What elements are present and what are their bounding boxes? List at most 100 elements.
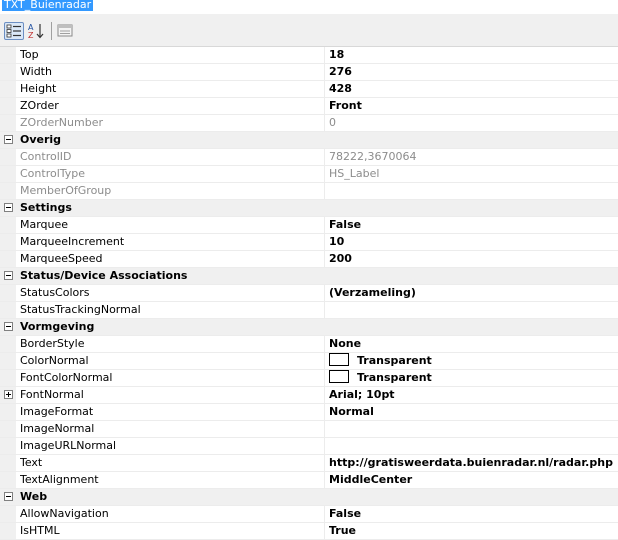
property-name: ZOrderNumber (20, 116, 103, 129)
property-value[interactable]: 0 (324, 115, 618, 131)
category-row[interactable]: Web (0, 489, 618, 506)
row-gutter (0, 234, 16, 250)
property-row[interactable]: Marquee False (0, 217, 618, 234)
category-row[interactable]: Vormgeving (0, 319, 618, 336)
property-value-text: Front (329, 99, 362, 112)
row-gutter (0, 47, 16, 63)
property-name: Marquee (20, 218, 69, 231)
property-row[interactable]: Text http://gratisweerdata.buienradar.nl/… (0, 455, 618, 472)
category-label: Settings (20, 201, 72, 214)
property-grid-toolbar: A Z (0, 14, 618, 47)
property-row[interactable]: ColorNormal Transparent (0, 353, 618, 370)
property-row[interactable]: Width 276 (0, 64, 618, 81)
property-value[interactable]: MiddleCenter (324, 472, 618, 488)
object-title[interactable]: TXT_Buienradar (2, 0, 94, 11)
categorized-icon (6, 24, 21, 38)
collapse-icon[interactable] (4, 135, 13, 144)
collapse-icon[interactable] (4, 203, 13, 212)
row-gutter (0, 115, 16, 131)
property-value[interactable] (324, 421, 618, 437)
row-gutter (0, 251, 16, 267)
property-name: ControlType (20, 167, 86, 180)
property-row[interactable]: AllowNavigation False (0, 506, 618, 523)
property-row[interactable]: ImageURLNormal (0, 438, 618, 455)
color-swatch (329, 370, 349, 383)
collapse-icon[interactable] (4, 492, 13, 501)
property-row[interactable]: ControlType HS_Label (0, 166, 618, 183)
property-value[interactable]: Transparent (324, 370, 618, 386)
row-gutter (0, 455, 16, 471)
property-value[interactable]: 78222,3670064 (324, 149, 618, 165)
property-value[interactable]: 428 (324, 81, 618, 97)
property-value[interactable]: 200 (324, 251, 618, 267)
property-row[interactable]: StatusColors (Verzameling) (0, 285, 618, 302)
property-value[interactable] (324, 302, 618, 318)
row-gutter (0, 404, 16, 420)
property-value[interactable]: 276 (324, 64, 618, 80)
category-row[interactable]: Status/Device Associations (0, 268, 618, 285)
property-value-text: 276 (329, 65, 352, 78)
property-name: Text (20, 456, 43, 469)
categorized-button[interactable] (4, 22, 24, 40)
category-label: Overig (20, 133, 62, 146)
row-gutter (0, 506, 16, 522)
property-name: FontNormal (20, 388, 84, 401)
property-name: MarqueeIncrement (20, 235, 125, 248)
property-name: ColorNormal (20, 354, 89, 367)
property-value-text: 0 (329, 116, 336, 129)
property-value[interactable]: (Verzameling) (324, 285, 618, 301)
property-name: Top (20, 48, 39, 61)
property-value-text: 78222,3670064 (329, 150, 417, 163)
property-pages-button[interactable] (56, 22, 76, 40)
category-row[interactable]: Settings (0, 200, 618, 217)
property-value-text: 200 (329, 252, 352, 265)
property-name: StatusColors (20, 286, 90, 299)
property-row[interactable]: FontColorNormal Transparent (0, 370, 618, 387)
property-row[interactable]: BorderStyle None (0, 336, 618, 353)
expand-icon[interactable] (4, 390, 13, 399)
property-value[interactable]: Transparent (324, 353, 618, 369)
category-label: Vormgeving (20, 320, 95, 333)
property-row[interactable]: TextAlignment MiddleCenter (0, 472, 618, 489)
property-name: BorderStyle (20, 337, 85, 350)
property-value[interactable]: None (324, 336, 618, 352)
property-value[interactable] (324, 438, 618, 454)
property-value[interactable]: False (324, 217, 618, 233)
collapse-icon[interactable] (4, 271, 13, 280)
property-value[interactable]: Arial; 10pt (324, 387, 618, 403)
property-value[interactable]: 10 (324, 234, 618, 250)
property-row[interactable]: MarqueeSpeed 200 (0, 251, 618, 268)
row-gutter (0, 166, 16, 182)
property-value[interactable]: True (324, 523, 618, 539)
property-row[interactable]: MemberOfGroup (0, 183, 618, 200)
property-row[interactable]: Top 18 (0, 47, 618, 64)
property-value[interactable]: Normal (324, 404, 618, 420)
property-row[interactable]: ImageFormat Normal (0, 404, 618, 421)
property-row[interactable]: ZOrderNumber 0 (0, 115, 618, 132)
property-row[interactable]: Height 428 (0, 81, 618, 98)
toolbar-separator (51, 22, 52, 40)
collapse-icon[interactable] (4, 322, 13, 331)
property-value[interactable] (324, 183, 618, 199)
property-value[interactable]: HS_Label (324, 166, 618, 182)
property-name: StatusTrackingNormal (20, 303, 141, 316)
property-value[interactable]: 18 (324, 47, 618, 63)
category-row[interactable]: Overig (0, 132, 618, 149)
property-value-text: (Verzameling) (329, 286, 416, 299)
property-value[interactable]: Front (324, 98, 618, 114)
property-value-text: False (329, 507, 362, 520)
property-row[interactable]: ZOrder Front (0, 98, 618, 115)
row-gutter (0, 370, 16, 386)
property-row[interactable]: StatusTrackingNormal (0, 302, 618, 319)
alphabetical-button[interactable]: A Z (26, 22, 46, 40)
property-value[interactable]: False (324, 506, 618, 522)
row-gutter (0, 523, 16, 539)
property-value-text: Arial; 10pt (329, 388, 395, 401)
property-row[interactable]: ControlID 78222,3670064 (0, 149, 618, 166)
property-row[interactable]: MarqueeIncrement 10 (0, 234, 618, 251)
property-row[interactable]: FontNormal Arial; 10pt (0, 387, 618, 404)
property-value[interactable]: http://gratisweerdata.buienradar.nl/rada… (324, 455, 618, 471)
property-row[interactable]: ImageNormal (0, 421, 618, 438)
property-name: ControlID (20, 150, 72, 163)
property-row[interactable]: IsHTML True (0, 523, 618, 540)
